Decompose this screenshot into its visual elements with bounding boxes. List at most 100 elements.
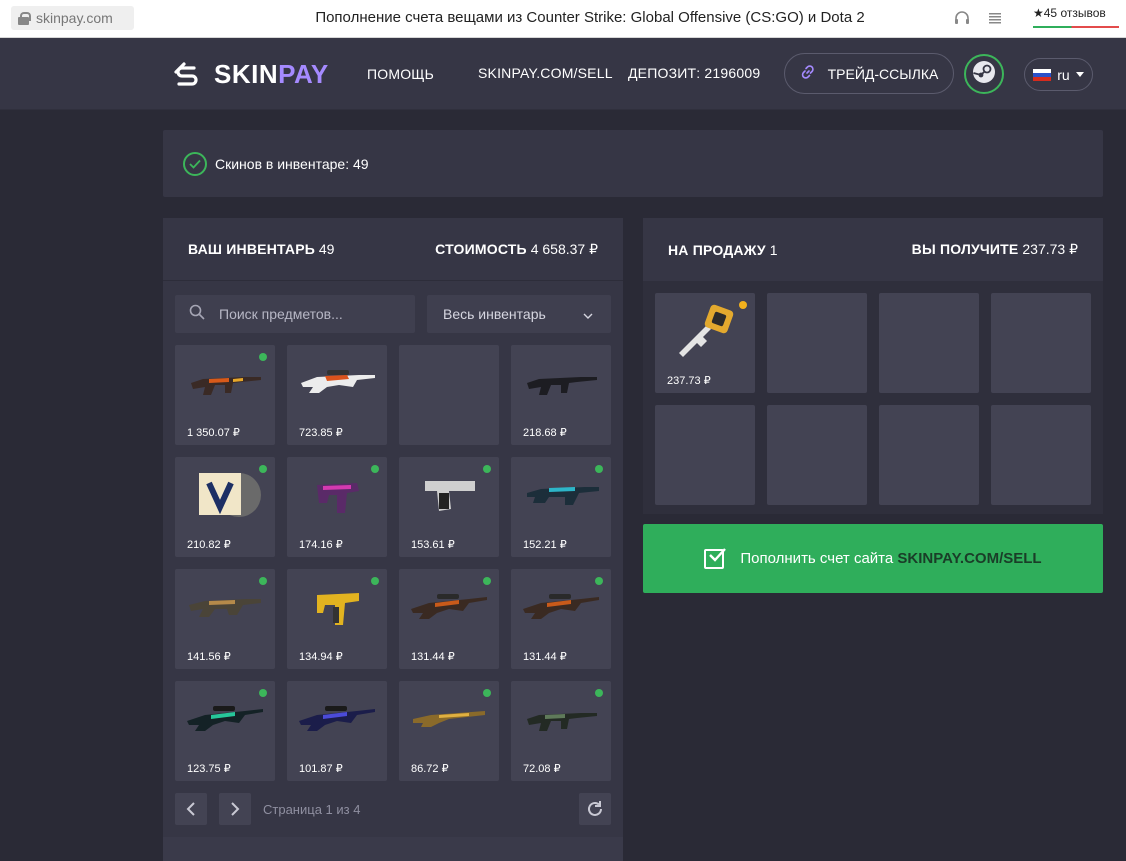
deposit-button[interactable]: Пополнить счет сайта SKINPAY.COM/SELL bbox=[643, 524, 1103, 593]
item-price: 131.44 ₽ bbox=[411, 651, 455, 663]
inventory-filter-select[interactable]: Весь инвентарь bbox=[427, 295, 611, 333]
chevron-down-icon bbox=[1075, 72, 1084, 77]
item-price: 101.87 ₽ bbox=[299, 763, 343, 775]
browser-bar: skinpay.com Пополнение счета вещами из C… bbox=[0, 0, 1126, 38]
refresh-icon bbox=[588, 801, 602, 816]
deposit-id: ДЕПОЗИТ: 2196009 bbox=[628, 65, 761, 81]
logo[interactable]: SKINPAY bbox=[172, 59, 329, 90]
headphones-icon[interactable] bbox=[954, 11, 970, 28]
item-card[interactable]: 101.87 ₽ bbox=[287, 681, 387, 781]
item-card[interactable]: 131.44 ₽ bbox=[399, 569, 499, 669]
sale-slot-empty bbox=[879, 293, 979, 393]
steam-login-button[interactable] bbox=[964, 54, 1004, 94]
available-dot bbox=[259, 577, 267, 585]
item-card[interactable]: 152.21 ₽ bbox=[511, 457, 611, 557]
sale-slot-empty bbox=[767, 293, 867, 393]
smg-icon bbox=[527, 487, 599, 505]
pistol-icon bbox=[425, 481, 475, 511]
item-card[interactable]: 134.94 ₽ bbox=[287, 569, 387, 669]
sticker-capsule-icon bbox=[199, 473, 261, 517]
item-card[interactable]: 86.72 ₽ bbox=[399, 681, 499, 781]
russia-flag-icon bbox=[1033, 68, 1052, 81]
item-card-empty[interactable] bbox=[399, 345, 499, 445]
trade-link-button[interactable]: ТРЕЙД-ССЫЛКА bbox=[784, 53, 954, 94]
item-price: 1 350.07 ₽ bbox=[187, 427, 240, 439]
item-card[interactable]: 174.16 ₽ bbox=[287, 457, 387, 557]
inventory-grid: 1 350.07 ₽ 723.85 ₽ 218.68 ₽ 210.82 ₽ 17… bbox=[175, 345, 611, 781]
item-price: 123.75 ₽ bbox=[187, 763, 231, 775]
next-page-button[interactable] bbox=[219, 793, 251, 825]
sale-receive: ВЫ ПОЛУЧИТЕ 237.73 ₽ bbox=[911, 241, 1078, 257]
link-icon bbox=[800, 64, 816, 83]
inventory-value: СТОИМОСТЬ 4 658.37 ₽ bbox=[435, 240, 598, 257]
inventory-panel: ВАШ ИНВЕНТАРЬ 49 СТОИМОСТЬ 4 658.37 ₽ Ве… bbox=[163, 218, 623, 861]
inventory-header: ВАШ ИНВЕНТАРЬ 49 СТОИМОСТЬ 4 658.37 ₽ bbox=[163, 218, 623, 281]
pagination: Страница 1 из 4 bbox=[175, 793, 611, 825]
search-icon bbox=[189, 304, 205, 325]
inventory-title: ВАШ ИНВЕНТАРЬ 49 bbox=[188, 241, 335, 257]
steam-icon bbox=[972, 60, 996, 89]
item-price: 153.61 ₽ bbox=[411, 539, 455, 551]
language-label: ru bbox=[1057, 66, 1070, 83]
nav-sell[interactable]: SKINPAY.COM/SELL bbox=[478, 65, 613, 81]
sniper-rifle-icon bbox=[299, 706, 375, 731]
item-card[interactable]: 72.08 ₽ bbox=[511, 681, 611, 781]
item-card[interactable]: 1 350.07 ₽ bbox=[175, 345, 275, 445]
language-select[interactable]: ru bbox=[1024, 58, 1093, 91]
reviews-rating-bar bbox=[1033, 26, 1119, 28]
available-dot bbox=[483, 465, 491, 473]
logo-text: SKINPAY bbox=[214, 59, 329, 89]
sale-slot-empty bbox=[991, 293, 1091, 393]
inventory-notice: Скинов в инвентаре: 49 bbox=[163, 130, 1103, 197]
available-dot bbox=[259, 353, 267, 361]
lock-icon bbox=[18, 11, 31, 25]
rifle-icon bbox=[527, 713, 597, 731]
available-dot bbox=[595, 689, 603, 697]
filter-label: Весь инвентарь bbox=[443, 306, 546, 322]
item-card[interactable]: 723.85 ₽ bbox=[287, 345, 387, 445]
prev-page-button[interactable] bbox=[175, 793, 207, 825]
reviews-text: ★45 отзывов bbox=[1033, 6, 1106, 20]
sniper-rifle-icon bbox=[301, 370, 375, 393]
rifle-icon bbox=[191, 377, 261, 395]
item-card[interactable]: 131.44 ₽ bbox=[511, 569, 611, 669]
item-price: 72.08 ₽ bbox=[523, 763, 561, 775]
item-card[interactable]: 218.68 ₽ bbox=[511, 345, 611, 445]
available-dot bbox=[483, 689, 491, 697]
item-card[interactable]: 123.75 ₽ bbox=[175, 681, 275, 781]
site-header: SKINPAY ПОМОЩЬ SKINPAY.COM/SELL ДЕПОЗИТ:… bbox=[0, 38, 1126, 110]
selected-dot bbox=[739, 301, 747, 309]
item-price: 723.85 ₽ bbox=[299, 427, 343, 439]
sniper-rifle-icon bbox=[523, 594, 599, 619]
reader-icon[interactable] bbox=[988, 11, 1002, 28]
available-dot bbox=[595, 577, 603, 585]
item-price: 210.82 ₽ bbox=[187, 539, 231, 551]
sale-slots: 237.73 ₽ bbox=[643, 281, 1103, 514]
item-price: 134.94 ₽ bbox=[299, 651, 343, 663]
nav-help[interactable]: ПОМОЩЬ bbox=[367, 66, 434, 82]
sale-item-price: 237.73 ₽ bbox=[667, 375, 711, 387]
item-card[interactable]: 141.56 ₽ bbox=[175, 569, 275, 669]
available-dot bbox=[595, 465, 603, 473]
sale-panel-header: НА ПРОДАЖУ 1 ВЫ ПОЛУЧИТЕ 237.73 ₽ bbox=[643, 218, 1103, 281]
refresh-button[interactable] bbox=[579, 793, 611, 825]
rifle-icon bbox=[189, 599, 261, 617]
deposit-button-label: Пополнить счет сайта SKINPAY.COM/SELL bbox=[740, 550, 1042, 567]
item-price: 86.72 ₽ bbox=[411, 763, 449, 775]
trade-link-label: ТРЕЙД-ССЫЛКА bbox=[827, 65, 939, 82]
url-text: skinpay.com bbox=[36, 10, 113, 26]
rifle-icon bbox=[527, 377, 597, 395]
search-input[interactable] bbox=[219, 306, 399, 322]
sale-item-card[interactable]: 237.73 ₽ bbox=[655, 293, 755, 393]
item-card[interactable]: 210.82 ₽ bbox=[175, 457, 275, 557]
smg-icon bbox=[317, 593, 359, 625]
chevron-down-icon bbox=[583, 306, 593, 322]
available-dot bbox=[371, 465, 379, 473]
item-card[interactable]: 153.61 ₽ bbox=[399, 457, 499, 557]
reviews-badge[interactable]: ★45 отзывов bbox=[1033, 6, 1119, 28]
available-dot bbox=[259, 465, 267, 473]
address-bar[interactable]: skinpay.com bbox=[11, 6, 134, 30]
item-price: 131.44 ₽ bbox=[523, 651, 567, 663]
sale-title: НА ПРОДАЖУ 1 bbox=[668, 241, 778, 258]
sniper-rifle-icon bbox=[411, 594, 487, 619]
